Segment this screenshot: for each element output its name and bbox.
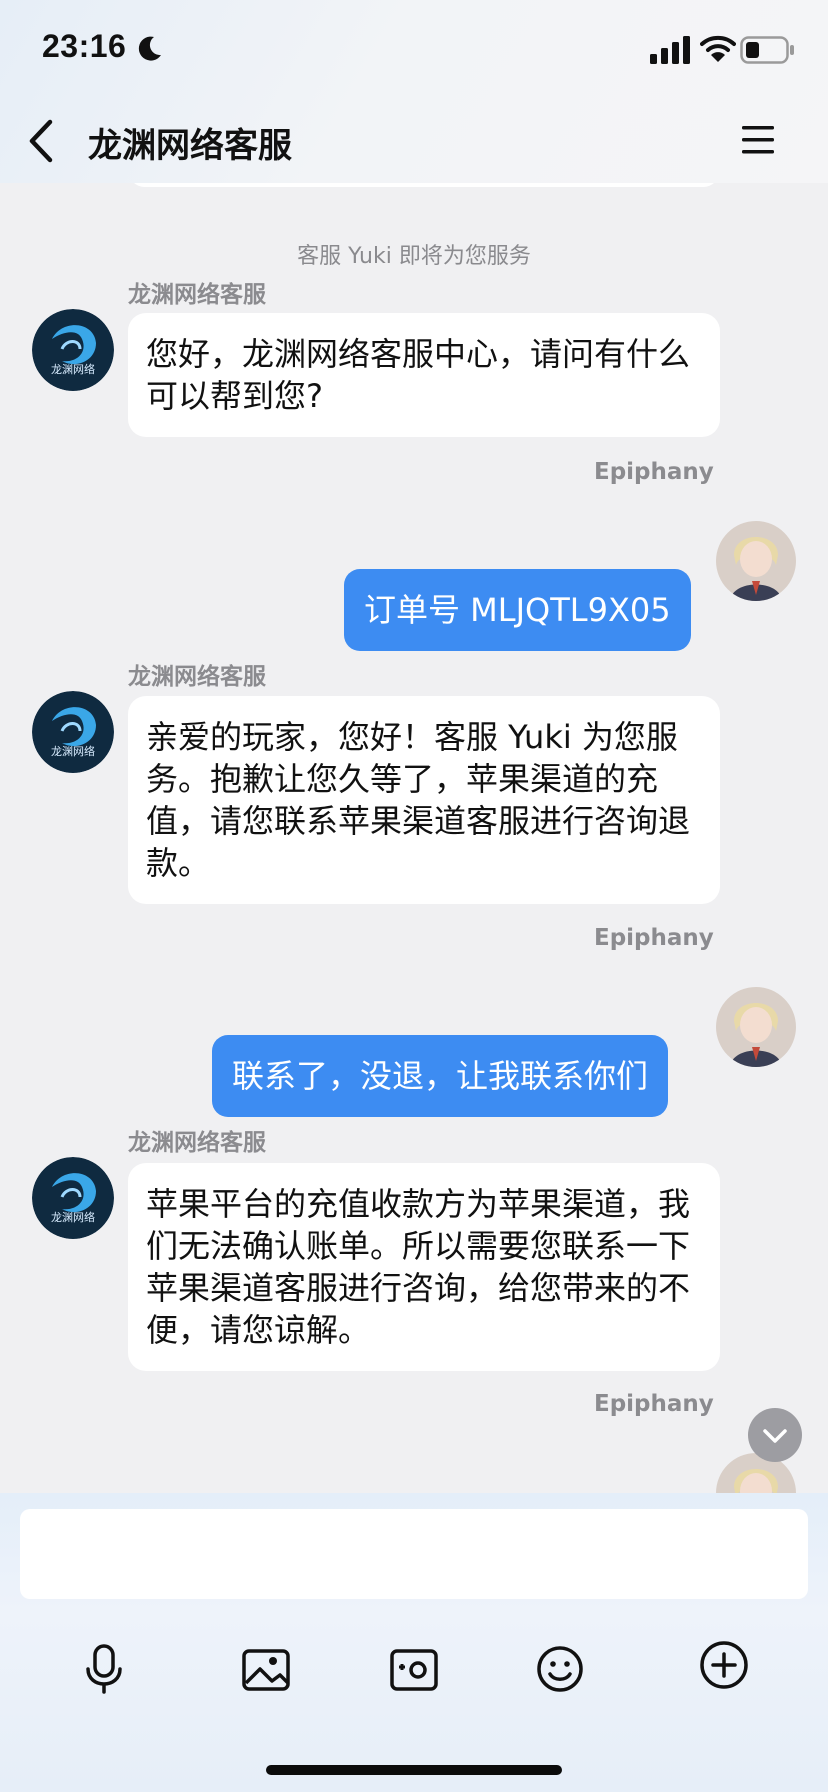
camera-icon[interactable] [388,1643,440,1695]
agent-logo-icon: 龙渊网络 [32,309,114,391]
agent-avatar[interactable]: 龙渊网络 [32,691,114,773]
user-name: Epiphany [594,925,714,951]
agent-name: 龙渊网络客服 [128,282,266,308]
user-avatar[interactable] [716,987,796,1067]
agent-logo-caption: 龙渊网络 [51,362,95,376]
user-message: 订单号 MLJQTL9X05 [344,569,691,651]
moon-icon [138,36,161,61]
plus-circle-icon[interactable] [698,1639,750,1691]
emoji-icon[interactable] [534,1643,586,1695]
agent-name: 龙渊网络客服 [128,1130,266,1156]
agent-avatar[interactable]: 龙渊网络 [32,309,114,391]
user-avatar-icon [716,521,796,601]
home-indicator[interactable] [266,1765,562,1775]
agent-logo-caption: 龙渊网络 [51,744,95,758]
user-avatar[interactable] [716,521,796,601]
agent-avatar[interactable]: 龙渊网络 [32,1157,114,1239]
cellular-signal-icon [650,36,690,64]
user-avatar-icon [716,987,796,1067]
user-name: Epiphany [594,459,714,485]
top-bar: 23:16 龙渊网络客服 [0,0,828,183]
agent-name: 龙渊网络客服 [128,664,266,690]
user-message: 联系了，没退，让我联系你们 [212,1035,669,1117]
battery-icon [740,36,794,64]
wifi-icon [700,35,736,62]
agent-logo-icon: 龙渊网络 [32,691,114,773]
agent-message: 您好，龙渊网络客服中心，请问有什么可以帮到您? [128,313,720,437]
previous-message-bubble [128,183,720,187]
agent-message: 苹果平台的充值收款方为苹果渠道，我们无法确认账单。所以需要您联系一下苹果渠道客服… [128,1163,720,1371]
menu-icon[interactable] [740,124,776,156]
back-arrow-icon[interactable] [26,118,56,164]
agent-logo-icon: 龙渊网络 [32,1157,114,1239]
user-name: Epiphany [594,1391,714,1417]
microphone-icon[interactable] [78,1643,130,1695]
message-input[interactable] [20,1509,808,1599]
chat-area[interactable]: 客服 Yuki 即将为您服务 龙渊网络 龙渊网络客服 您好，龙渊网络客服中心，请… [0,183,828,1493]
agent-message: 亲爱的玩家，您好！客服 Yuki 为您服务。抱歉让您久等了，苹果渠道的充值，请您… [128,696,720,904]
agent-logo-caption: 龙渊网络 [51,1210,95,1224]
composer [0,1493,828,1792]
image-icon[interactable] [240,1643,292,1695]
scroll-to-bottom-button[interactable] [748,1408,802,1462]
page-title: 龙渊网络客服 [88,126,292,166]
status-time: 23:16 [42,28,127,64]
chevron-down-icon [763,1429,787,1443]
system-note: 客服 Yuki 即将为您服务 [297,244,531,269]
